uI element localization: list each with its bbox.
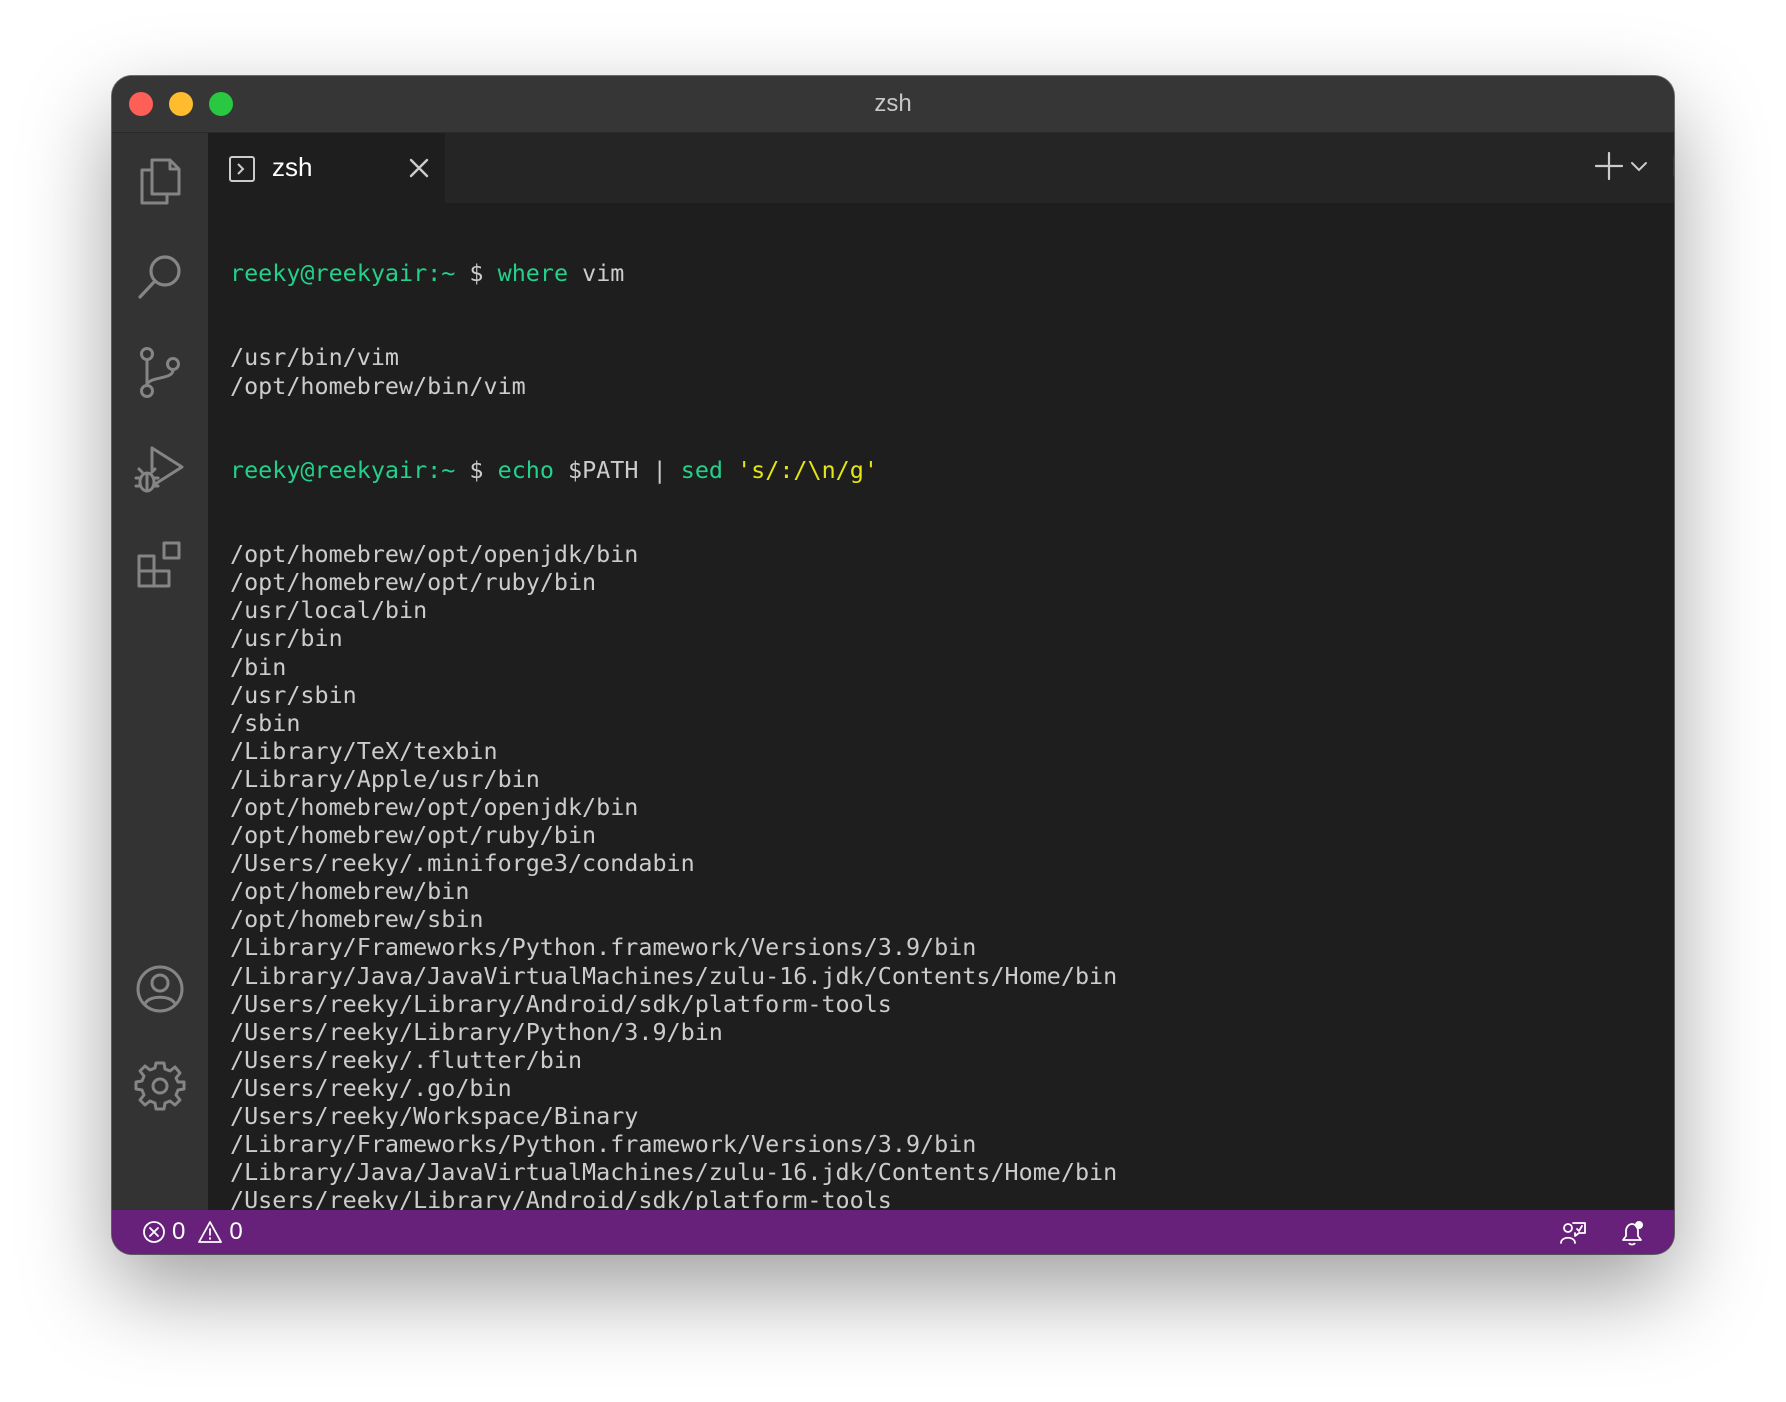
command-name: sed [680,455,723,484]
tab-strip: zsh [208,133,1674,203]
error-icon [143,1221,165,1243]
command-var: $PATH [568,455,639,484]
output-line: /Library/Frameworks/Python.framework/Ver… [230,933,977,962]
output-line: /opt/homebrew/opt/openjdk/bin [230,540,639,569]
prompt-symbol: $ [469,259,484,288]
split-editor-icon[interactable] [1673,151,1674,181]
extensions-icon [137,541,181,588]
activity-explorer[interactable] [112,133,208,229]
output-line: /Library/Frameworks/Python.framework/Ver… [230,1130,977,1159]
output-line: /usr/sbin [230,680,357,709]
terminal-panel[interactable]: reeky@reekyair:~ $ where vim /usr/bin/vi… [208,203,1674,1254]
warnings-count[interactable]: 0 [197,1218,243,1246]
output-line: /usr/bin [230,624,343,653]
command-string: 's/:/\n/g' [737,455,878,484]
command-pipe: | [652,455,667,484]
output-line: /opt/homebrew/opt/openjdk/bin [230,792,639,821]
window-title: zsh [874,90,912,117]
new-terminal-icon[interactable] [1594,151,1624,181]
command-output: /usr/bin/vim/opt/homebrew/bin/vim [230,343,1117,399]
output-line: /opt/homebrew/sbin [230,905,484,934]
output-line: /usr/local/bin [230,596,428,625]
output-line: /opt/homebrew/bin/vim [230,371,526,400]
output-line: /Users/reeky/Library/Android/sdk/platfor… [230,989,892,1018]
output-line: /opt/homebrew/opt/ruby/bin [230,821,597,850]
errors-count[interactable]: 0 [142,1218,185,1246]
prompt-user: reeky@reekyair:~ [230,455,456,484]
warnings-count-label: 0 [229,1218,243,1245]
warning-icon [198,1221,223,1243]
command-output: /opt/homebrew/opt/openjdk/bin/opt/homebr… [230,540,1117,1254]
command-name: where [497,259,569,288]
output-line: /Library/Apple/usr/bin [230,764,540,793]
activity-search[interactable] [112,229,208,325]
status-bar: 0 0 [112,1210,1674,1254]
notifications-icon[interactable] [1618,1219,1646,1247]
output-line: /usr/bin/vim [230,343,399,372]
output-line: /Users/reeky/.miniforge3/condabin [230,849,695,878]
title-bar: zsh [112,76,1674,133]
source-control-icon [140,347,180,398]
files-icon [140,158,181,205]
run-debug-icon [134,446,184,493]
output-line: /Library/Java/JavaVirtualMachines/zulu-1… [230,1158,1118,1187]
activity-accounts[interactable] [112,941,208,1037]
search-icon [138,255,181,299]
close-icon[interactable] [408,157,430,179]
output-line: /sbin [230,708,301,737]
command-args: vim [582,259,625,288]
output-line: /opt/homebrew/bin [230,877,470,906]
output-line: /Users/reeky/Library/Python/3.9/bin [230,1017,723,1046]
terminal-command-line: reeky@reekyair:~ $ where vim [230,259,1117,287]
vscode-window: zsh zsh reeky@reekyair:~ $ where vim /us… [112,76,1674,1254]
tab-label: zsh [272,152,313,182]
output-line: /opt/homebrew/opt/ruby/bin [230,568,597,597]
feedback-icon[interactable] [1559,1219,1587,1247]
command-name: echo [497,455,554,484]
output-line: /Users/reeky/.flutter/bin [230,1045,583,1074]
tab-zsh[interactable]: zsh [208,133,445,203]
prompt-symbol: $ [469,455,484,484]
activity-bar [112,133,208,1210]
output-line: /bin [230,652,287,681]
gear-icon [134,1061,186,1111]
prompt-user: reeky@reekyair:~ [230,259,456,288]
problems-indicator[interactable]: 0 0 [142,1210,249,1254]
output-line: /Library/Java/JavaVirtualMachines/zulu-1… [230,961,1118,990]
terminal-icon [229,156,255,182]
activity-extensions[interactable] [112,517,208,613]
output-line: /Users/reeky/Workspace/Binary [230,1102,639,1130]
output-line: /Users/reeky/.go/bin [230,1073,512,1102]
terminal-output: reeky@reekyair:~ $ where vim /usr/bin/vi… [230,203,1117,1254]
terminal-command-line: reeky@reekyair:~ $ echo $PATH | sed 's/:… [230,456,1117,484]
activity-run-debug[interactable] [112,421,208,517]
output-line: /Library/TeX/texbin [230,736,498,765]
account-icon [136,965,184,1013]
errors-count-label: 0 [172,1218,186,1245]
chevron-down-icon[interactable] [1630,161,1648,173]
activity-source-control[interactable] [112,325,208,421]
activity-manage[interactable] [112,1037,208,1133]
